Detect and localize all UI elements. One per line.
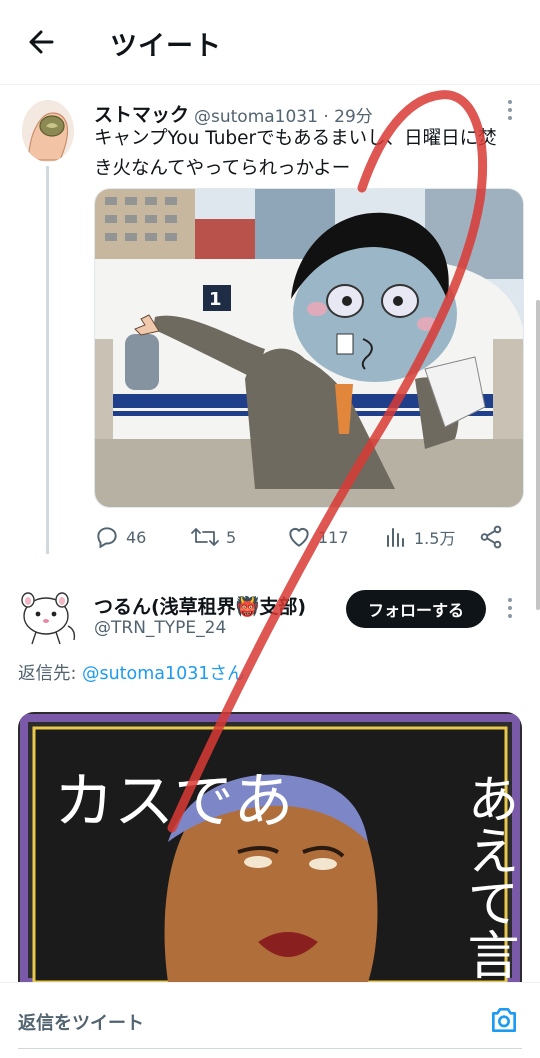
avatar[interactable] — [16, 588, 78, 646]
retweet-action[interactable]: 5 — [190, 522, 236, 552]
like-count: 117 — [318, 527, 349, 547]
display-name[interactable]: ストマック — [94, 100, 189, 127]
reply-image[interactable]: カスであ あえて言お — [18, 712, 522, 982]
views-action[interactable]: 1.5万 — [384, 522, 455, 552]
avatar[interactable] — [22, 100, 74, 162]
reply-icon — [97, 527, 117, 549]
share-icon — [480, 525, 502, 549]
share-action[interactable] — [478, 522, 510, 552]
heart-icon — [289, 527, 309, 547]
reply-target-link[interactable]: @sutoma1031さん — [82, 664, 245, 684]
divider — [18, 1048, 522, 1049]
more-options-icon[interactable] — [507, 598, 513, 622]
reply-action[interactable]: 46 — [94, 522, 146, 552]
view-count: 1.5万 — [414, 529, 456, 548]
reply-context: 返信先: @sutoma1031さん — [18, 660, 245, 685]
display-name[interactable]: つるん(浅草租界👹支部) — [94, 592, 306, 619]
tweet-text-line: き火なんてやってられっかよー — [94, 158, 351, 179]
scrollbar[interactable] — [536, 300, 540, 610]
image-text-vertical-right: あえて言お — [458, 772, 518, 982]
image-text-vertical-left: カスであ — [54, 767, 293, 837]
tweet-text-line: キャンプYou Tuberでもあるまいし、日曜日に焚 — [94, 128, 497, 149]
tweet-text: キャンプYou Tuberでもあるまいし、日曜日に焚 き火なんてやってられっかよ… — [94, 124, 524, 184]
reply-count: 46 — [126, 527, 147, 547]
retweet-icon — [191, 528, 219, 546]
bar-chart-icon — [387, 528, 404, 547]
platform-sign: 1 — [209, 289, 222, 310]
thread-connector — [46, 166, 49, 554]
follow-button[interactable]: フォローする — [346, 590, 486, 628]
more-options-icon[interactable] — [507, 100, 513, 124]
camera-icon[interactable] — [488, 1004, 520, 1036]
back-arrow-icon[interactable] — [26, 24, 58, 60]
tweet-image[interactable]: 1 — [94, 188, 524, 508]
handle[interactable]: @TRN_TYPE_24 — [94, 618, 226, 638]
tweet-actions: 46 5 117 1.5万 — [94, 522, 514, 552]
top-bar: ツイート — [0, 0, 540, 85]
retweet-count: 5 — [226, 527, 237, 547]
reply-prefix: 返信先: — [18, 664, 82, 684]
page-title: ツイート — [110, 31, 222, 62]
reply-input[interactable]: 返信をツイート — [18, 1009, 144, 1035]
like-action[interactable]: 117 — [286, 522, 349, 552]
